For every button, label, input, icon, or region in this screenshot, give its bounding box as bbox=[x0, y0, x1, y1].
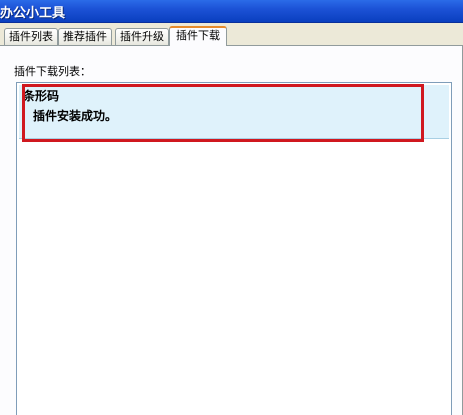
install-status: 插件安装成功。 bbox=[33, 109, 118, 123]
download-list-label: 插件下载列表： bbox=[14, 65, 91, 78]
tab-strip: 插件列表 推荐插件 插件升级 插件下载 bbox=[0, 26, 463, 46]
tab-plugin-list[interactable]: 插件列表 bbox=[4, 28, 58, 45]
plugin-name: 条形码 bbox=[23, 89, 60, 103]
tab-plugin-download[interactable]: 插件下载 bbox=[169, 26, 227, 46]
list-item[interactable]: 条形码 插件安装成功。 bbox=[19, 85, 449, 139]
download-list[interactable]: 条形码 插件安装成功。 bbox=[16, 82, 452, 415]
download-panel: 插件下载列表： 条形码 插件安装成功。 bbox=[0, 46, 463, 415]
title-bar[interactable]: 办公小工具 bbox=[0, 0, 463, 23]
tab-plugin-upgrade[interactable]: 插件升级 bbox=[115, 28, 169, 45]
tab-recommended-plugins[interactable]: 推荐插件 bbox=[58, 28, 112, 45]
window-title: 办公小工具 bbox=[0, 6, 66, 21]
